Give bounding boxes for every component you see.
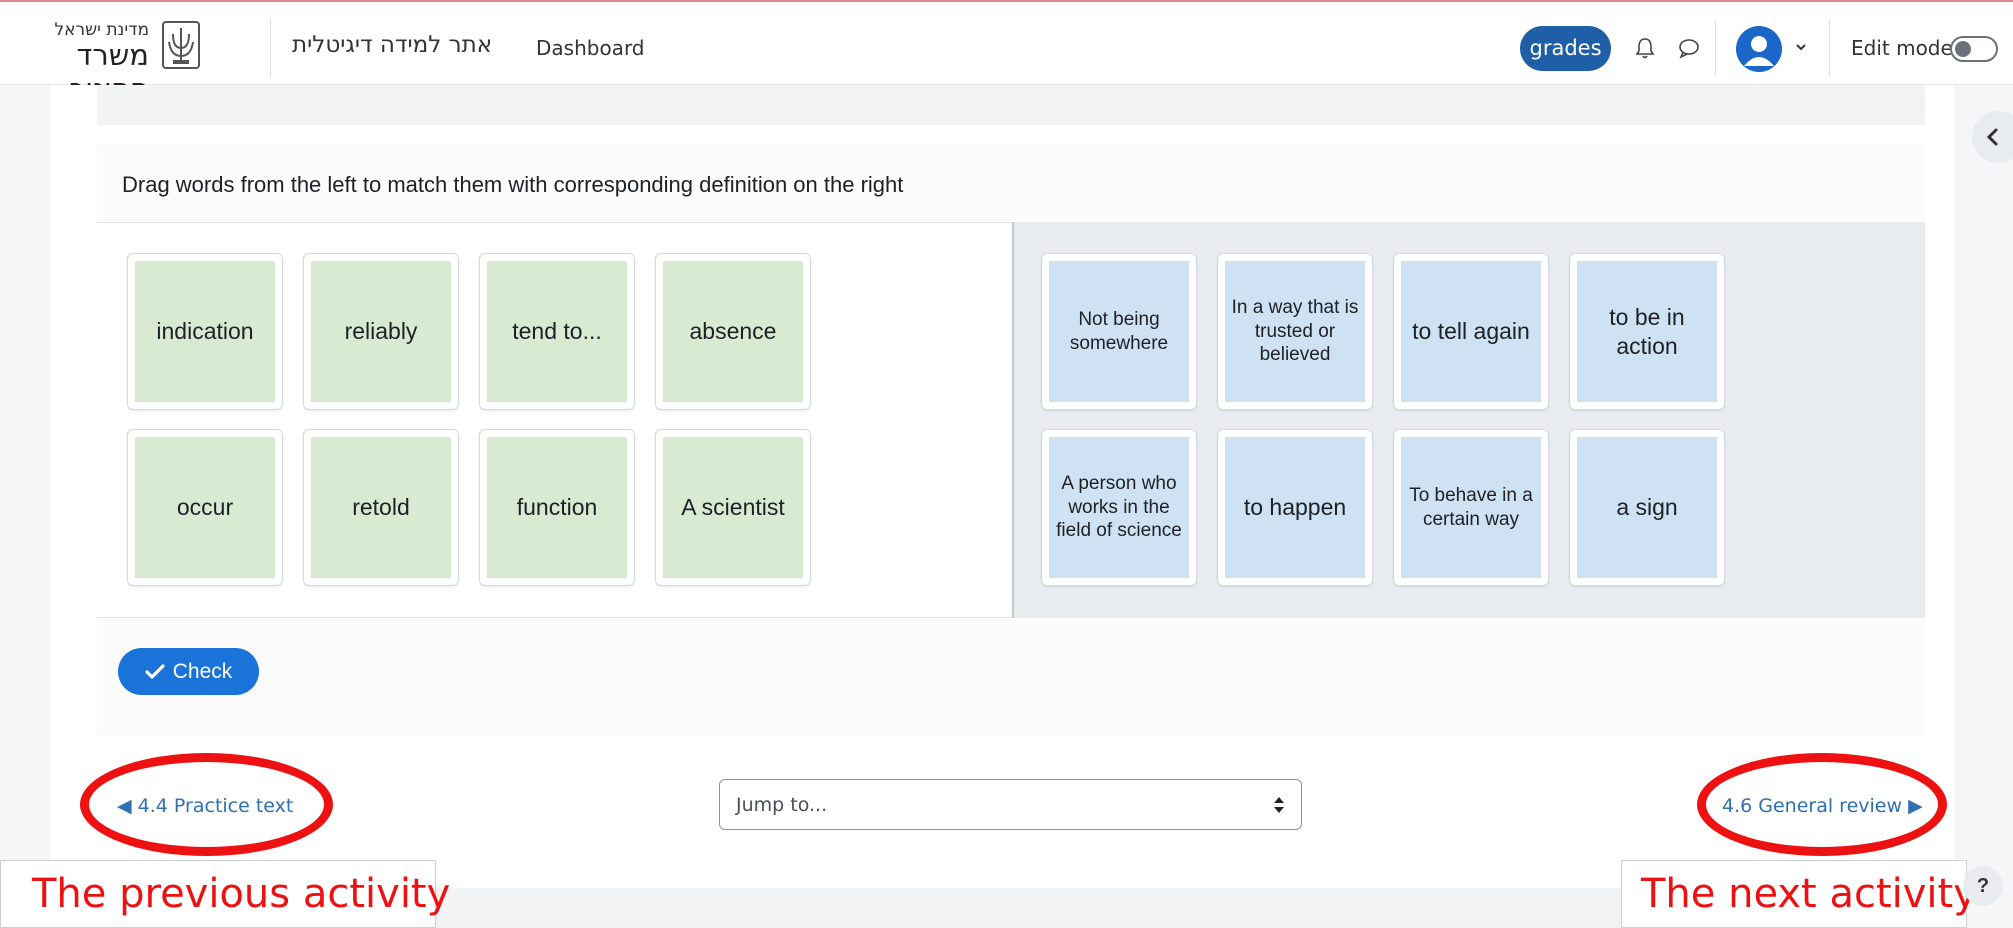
- activity-instruction: Drag words from the left to match them w…: [122, 172, 904, 197]
- definition-text: A person who works in the field of scien…: [1049, 437, 1189, 578]
- navbar-divider: [270, 18, 271, 78]
- word-text: occur: [135, 437, 275, 578]
- previous-activity-highlight: [80, 753, 333, 856]
- word-text: function: [487, 437, 627, 578]
- definition-text: To behave in a certain way: [1401, 437, 1541, 578]
- definition-text: Not being somewhere: [1049, 261, 1189, 402]
- word-text: indication: [135, 261, 275, 402]
- check-button[interactable]: Check: [118, 648, 259, 695]
- user-avatar-icon[interactable]: [1736, 26, 1782, 72]
- word-card[interactable]: retold: [303, 429, 459, 586]
- jump-to-select[interactable]: Jump to...: [719, 779, 1302, 830]
- toggle-knob: [1955, 41, 1971, 57]
- select-arrows-icon: [1274, 797, 1284, 813]
- next-activity-highlight: [1697, 753, 1947, 856]
- check-button-label: Check: [172, 659, 233, 683]
- definition-card[interactable]: In a way that is trusted or believed: [1217, 253, 1373, 410]
- word-text: A scientist: [663, 437, 803, 578]
- word-text: absence: [663, 261, 803, 402]
- definition-card[interactable]: A person who works in the field of scien…: [1041, 429, 1197, 586]
- definition-text: to happen: [1225, 437, 1365, 578]
- previous-block-band: [97, 85, 1925, 125]
- definition-card[interactable]: To behave in a certain way: [1393, 429, 1549, 586]
- word-card[interactable]: occur: [127, 429, 283, 586]
- nav-dashboard-link[interactable]: Dashboard: [536, 36, 645, 60]
- definition-card[interactable]: to be in action: [1569, 253, 1725, 410]
- chat-icon[interactable]: [1676, 35, 1702, 61]
- jump-to-placeholder: Jump to...: [736, 794, 828, 816]
- definition-card[interactable]: to tell again: [1393, 253, 1549, 410]
- emblem-icon: [162, 21, 200, 69]
- site-name[interactable]: אתר למידה דיגיטלית: [292, 32, 492, 58]
- edit-mode-label: Edit mode: [1851, 36, 1953, 60]
- word-text: tend to...: [487, 261, 627, 402]
- navbar-separator: [1829, 20, 1830, 76]
- ministry-logo[interactable]: מדינת ישראל משרד החינוך: [30, 18, 235, 106]
- definition-text: a sign: [1577, 437, 1717, 578]
- grades-button[interactable]: grades: [1520, 26, 1611, 71]
- logo-state-text: מדינת ישראל: [54, 20, 149, 40]
- word-card[interactable]: function: [479, 429, 635, 586]
- drawer-toggle-button[interactable]: [1972, 111, 2013, 163]
- word-text: retold: [311, 437, 451, 578]
- chevron-left-icon: [1986, 128, 1998, 146]
- next-activity-caption: The next activity: [1641, 871, 1977, 917]
- help-button[interactable]: ?: [1963, 866, 2003, 906]
- word-card[interactable]: reliably: [303, 253, 459, 410]
- checkmark-icon: [145, 663, 165, 679]
- word-card[interactable]: tend to...: [479, 253, 635, 410]
- edit-mode-toggle[interactable]: [1950, 36, 1998, 62]
- word-text: reliably: [311, 261, 451, 402]
- top-navbar: מדינת ישראל משרד החינוך אתר למידה דיגיטל…: [0, 0, 2013, 106]
- word-card[interactable]: absence: [655, 253, 811, 410]
- definition-card[interactable]: Not being somewhere: [1041, 253, 1197, 410]
- bell-icon[interactable]: [1632, 35, 1658, 61]
- word-card[interactable]: A scientist: [655, 429, 811, 586]
- word-card[interactable]: indication: [127, 253, 283, 410]
- definition-text: In a way that is trusted or believed: [1225, 261, 1365, 402]
- definition-text: to be in action: [1577, 261, 1717, 402]
- definition-card[interactable]: to happen: [1217, 429, 1373, 586]
- navbar-separator: [1715, 20, 1716, 76]
- definition-card[interactable]: a sign: [1569, 429, 1725, 586]
- chevron-down-icon[interactable]: [1794, 40, 1808, 54]
- previous-activity-caption: The previous activity: [32, 871, 451, 917]
- definition-text: to tell again: [1401, 261, 1541, 402]
